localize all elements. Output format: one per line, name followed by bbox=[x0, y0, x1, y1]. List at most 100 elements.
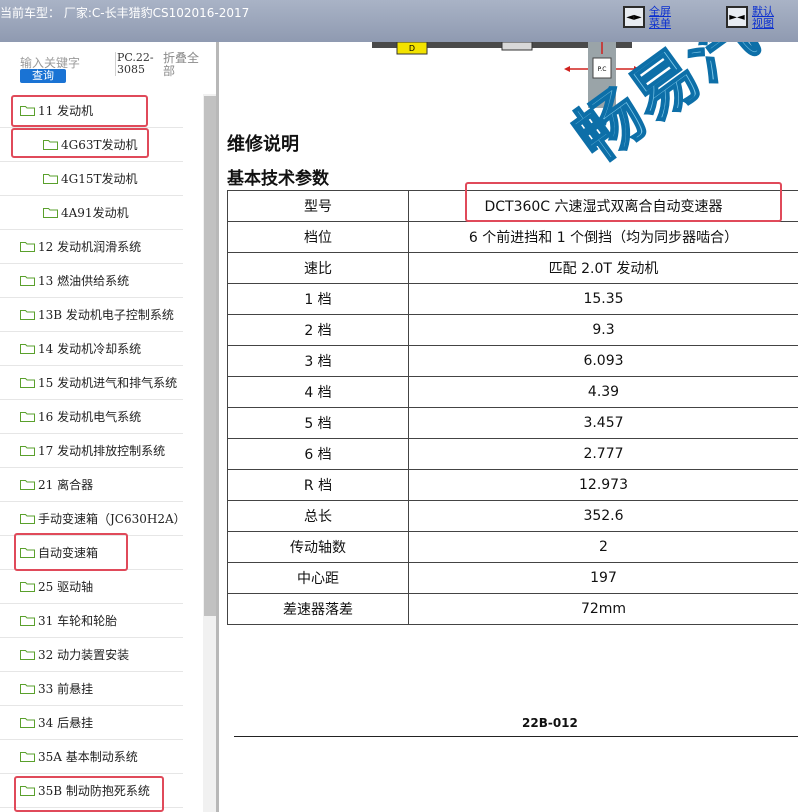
table-row: 总长 352.6 bbox=[227, 500, 798, 532]
tree-item[interactable]: 35B 制动防抱死系统 bbox=[0, 774, 183, 808]
tree-item[interactable]: 13B 发动机电子控制系统 bbox=[0, 298, 183, 332]
table-row: 3 档 6.093 bbox=[227, 345, 798, 377]
tree-item-label: 4G15T发动机 bbox=[61, 172, 138, 186]
tree-item[interactable]: 4G15T发动机 bbox=[0, 162, 183, 196]
page-divider bbox=[234, 736, 798, 737]
tree-item-label: 35A 基本制动系统 bbox=[38, 750, 138, 764]
table-row: 档位 6 个前进挡和 1 个倒挡（均为同步器啮合） bbox=[227, 221, 798, 253]
folder-icon bbox=[20, 514, 35, 524]
search-button[interactable]: 查询 bbox=[20, 69, 66, 83]
tree-item[interactable]: 13 燃油供给系统 bbox=[0, 264, 183, 298]
param-value-cell: 197 bbox=[408, 562, 798, 594]
tree-item[interactable]: 4G63T发动机 bbox=[0, 128, 183, 162]
table-row: 传动轴数 2 bbox=[227, 531, 798, 563]
param-value-cell: 2 bbox=[408, 531, 798, 563]
tree-item-label: 34 后悬挂 bbox=[38, 716, 94, 730]
tree-item-label: 12 发动机润滑系统 bbox=[38, 240, 142, 254]
fullscreen-menu-button[interactable]: ◄► 全屏 菜单 bbox=[623, 6, 671, 30]
param-value-cell: 4.39 bbox=[408, 376, 798, 408]
tree-item[interactable]: 自动变速箱 bbox=[0, 536, 183, 570]
folder-icon bbox=[20, 412, 35, 422]
tree-item-label: 21 离合器 bbox=[38, 478, 94, 492]
tree-item[interactable]: 21 离合器 bbox=[0, 468, 183, 502]
param-name-cell: 传动轴数 bbox=[227, 531, 409, 563]
default-view-icon: ►◄ bbox=[726, 6, 748, 28]
tree-item-label: 13B 发动机电子控制系统 bbox=[38, 308, 174, 322]
tree-item[interactable]: 16 发动机电气系统 bbox=[0, 400, 183, 434]
transmission-diagram: D P.C bbox=[372, 42, 640, 108]
table-row: R 档 12.973 bbox=[227, 469, 798, 501]
param-name-cell: 中心距 bbox=[227, 562, 409, 594]
folder-icon bbox=[20, 378, 35, 388]
tree-item-label: 16 发动机电气系统 bbox=[38, 410, 142, 424]
folder-icon bbox=[20, 276, 35, 286]
param-name-cell: 档位 bbox=[227, 221, 409, 253]
folder-icon bbox=[20, 480, 35, 490]
sidebar-scrollbar-thumb[interactable] bbox=[204, 96, 216, 616]
tree-item-label: 14 发动机冷却系统 bbox=[38, 342, 142, 356]
tree-item[interactable]: 35A 基本制动系统 bbox=[0, 740, 183, 774]
table-row: 型号 DCT360C 六速湿式双离合自动变速器 bbox=[227, 190, 798, 222]
param-value-cell: 匹配 2.0T 发动机 bbox=[408, 252, 798, 284]
table-row: 差速器落差 72mm bbox=[227, 593, 798, 625]
tree-item[interactable]: 手动变速箱（JC630H2A） bbox=[0, 502, 186, 536]
tree-item[interactable]: 14 发动机冷却系统 bbox=[0, 332, 183, 366]
tree-item-label: 32 动力装置安装 bbox=[38, 648, 130, 662]
param-value-cell: 2.777 bbox=[408, 438, 798, 470]
tree-item[interactable]: 34 后悬挂 bbox=[0, 706, 183, 740]
folder-icon bbox=[20, 344, 35, 354]
param-value-cell: 3.457 bbox=[408, 407, 798, 439]
tree-item[interactable]: 25 驱动轴 bbox=[0, 570, 183, 604]
document-content: D P.C 维修说明 基本技术参数 型号 DCT360C 六速湿式双离合自动变速器… bbox=[222, 42, 798, 812]
default-view-button[interactable]: ►◄ 默认 视图 bbox=[726, 6, 774, 30]
folder-icon bbox=[43, 208, 58, 218]
section-heading: 维修说明 bbox=[227, 134, 299, 155]
top-bar: 当前车型： 厂家:C-长丰猎豹CS102016-2017 ◄► 全屏 菜单 ►◄ … bbox=[0, 0, 798, 42]
table-row: 6 档 2.777 bbox=[227, 438, 798, 470]
param-name-cell: 型号 bbox=[227, 190, 409, 222]
param-value-cell: 12.973 bbox=[408, 469, 798, 501]
tree-item-label: 35B 制动防抱死系统 bbox=[38, 784, 150, 798]
table-row: 5 档 3.457 bbox=[227, 407, 798, 439]
param-name-cell: 1 档 bbox=[227, 283, 409, 315]
svg-text:P.C: P.C bbox=[598, 66, 607, 73]
param-value-cell: 352.6 bbox=[408, 500, 798, 532]
tree-item[interactable]: 17 发动机排放控制系统 bbox=[0, 434, 183, 468]
tree-item[interactable]: 32 动力装置安装 bbox=[0, 638, 183, 672]
param-value-cell: DCT360C 六速湿式双离合自动变速器 bbox=[408, 190, 798, 222]
folder-icon bbox=[43, 140, 58, 150]
collapse-all-link[interactable]: 折叠全部 bbox=[163, 52, 203, 78]
tree-item-label: 31 车轮和轮胎 bbox=[38, 614, 118, 628]
param-name-cell: 4 档 bbox=[227, 376, 409, 408]
param-value-cell: 9.3 bbox=[408, 314, 798, 346]
sidebar: 输入关键字 查询 PC.22-3085 折叠全部 11 发动机 4G63T发动机 4… bbox=[0, 42, 219, 812]
tree-item[interactable]: 31 车轮和轮胎 bbox=[0, 604, 183, 638]
param-value-cell: 6 个前进挡和 1 个倒挡（均为同步器啮合） bbox=[408, 221, 798, 253]
folder-icon bbox=[20, 548, 35, 558]
spec-table: 型号 DCT360C 六速湿式双离合自动变速器 档位 6 个前进挡和 1 个倒挡（均为… bbox=[227, 190, 798, 625]
tree-item-label: 15 发动机进气和排气系统 bbox=[38, 376, 178, 390]
tree-item-label: 25 驱动轴 bbox=[38, 580, 94, 594]
tree-item-label: 手动变速箱（JC630H2A） bbox=[38, 512, 186, 526]
tree-item-label: 13 燃油供给系统 bbox=[38, 274, 130, 288]
folder-icon bbox=[20, 752, 35, 762]
section-subheading: 基本技术参数 bbox=[227, 169, 329, 189]
table-row: 2 档 9.3 bbox=[227, 314, 798, 346]
param-name-cell: 速比 bbox=[227, 252, 409, 284]
table-row: 4 档 4.39 bbox=[227, 376, 798, 408]
tree-item-label: 33 前悬挂 bbox=[38, 682, 94, 696]
folder-icon bbox=[20, 786, 35, 796]
tree-item[interactable]: 12 发动机润滑系统 bbox=[0, 230, 183, 264]
tree-item[interactable]: 4A91发动机 bbox=[0, 196, 183, 230]
folder-icon bbox=[20, 684, 35, 694]
tree-item[interactable]: 33 前悬挂 bbox=[0, 672, 183, 706]
tree-item-label: 17 发动机排放控制系统 bbox=[38, 444, 166, 458]
folder-icon bbox=[20, 718, 35, 728]
tree-item[interactable]: 11 发动机 bbox=[0, 94, 183, 128]
folder-icon bbox=[20, 582, 35, 592]
folder-icon bbox=[20, 616, 35, 626]
param-value-cell: 72mm bbox=[408, 593, 798, 625]
tree-item-label: 4A91发动机 bbox=[61, 206, 129, 220]
tree-item[interactable]: 15 发动机进气和排气系统 bbox=[0, 366, 183, 400]
param-name-cell: 3 档 bbox=[227, 345, 409, 377]
